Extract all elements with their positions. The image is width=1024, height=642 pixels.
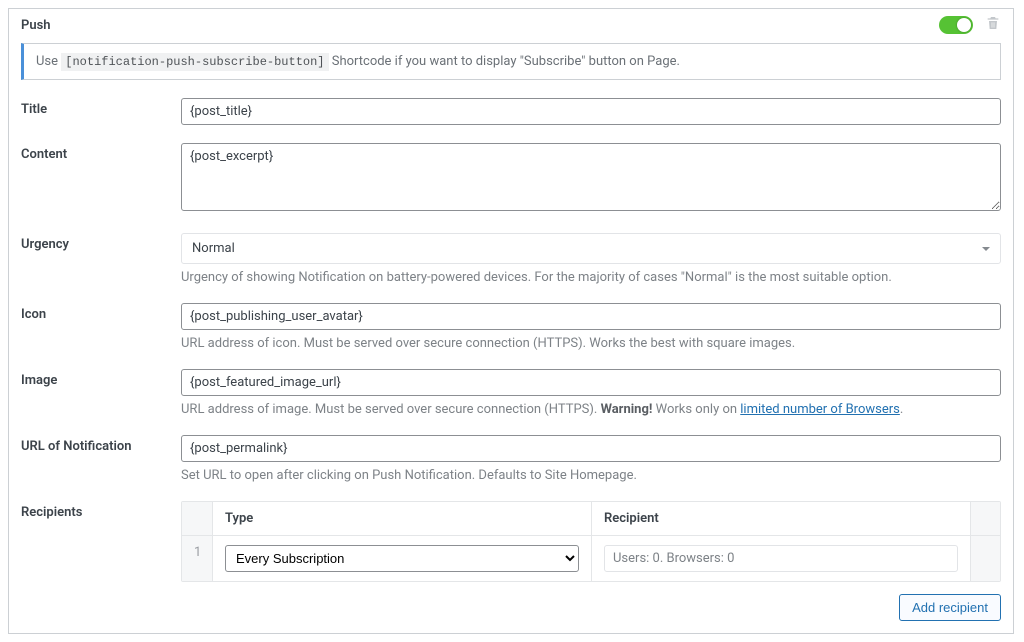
field-title-row: Title [21, 98, 1001, 125]
field-recipients-row: Recipients Type Recipient 1 Every Subscr… [21, 501, 1001, 621]
recipients-head: Type Recipient [182, 502, 1000, 535]
title-input[interactable] [181, 98, 1001, 125]
recipients-label: Recipients [21, 501, 181, 621]
col-recipient: Recipient [591, 502, 970, 535]
recipient-value: Users: 0. Browsers: 0 [604, 545, 958, 572]
panel-title: Push [21, 18, 939, 33]
url-input[interactable] [181, 435, 1001, 462]
url-label: URL of Notification [21, 435, 181, 483]
content-label: Content [21, 143, 181, 215]
icon-input[interactable] [181, 303, 1001, 330]
image-input[interactable] [181, 369, 1001, 396]
push-panel: Push Use [notification-push-subscribe-bu… [8, 8, 1014, 634]
urgency-value: Normal [192, 241, 235, 256]
recipient-type-select[interactable]: Every Subscription [225, 545, 579, 572]
image-label: Image [21, 369, 181, 417]
urgency-helper: Urgency of showing Notification on batte… [181, 270, 1001, 285]
col-type: Type [212, 502, 591, 535]
trash-icon[interactable] [985, 15, 1001, 35]
urgency-select[interactable]: Normal [181, 233, 1001, 264]
row-index: 1 [182, 536, 212, 581]
url-helper: Set URL to open after clicking on Push N… [181, 468, 1001, 483]
icon-helper: URL address of icon. Must be served over… [181, 336, 1001, 351]
notice-prefix: Use [36, 54, 61, 69]
shortcode-notice: Use [notification-push-subscribe-button]… [21, 43, 1001, 80]
add-recipient-button[interactable]: Add recipient [899, 594, 1001, 621]
image-helper: URL address of image. Must be served ove… [181, 402, 1001, 417]
chevron-down-icon [982, 247, 990, 251]
field-icon-row: Icon URL address of icon. Must be served… [21, 303, 1001, 351]
recipients-table: Type Recipient 1 Every Subscription User… [181, 501, 1001, 582]
icon-label: Icon [21, 303, 181, 351]
shortcode-code: [notification-push-subscribe-button] [61, 53, 328, 71]
title-label: Title [21, 98, 181, 125]
field-url-row: URL of Notification Set URL to open afte… [21, 435, 1001, 483]
urgency-label: Urgency [21, 233, 181, 285]
notice-suffix: Shortcode if you want to display "Subscr… [329, 54, 680, 69]
enable-toggle[interactable] [939, 16, 973, 34]
field-image-row: Image URL address of image. Must be serv… [21, 369, 1001, 417]
panel-header: Push [21, 15, 1001, 35]
content-textarea[interactable]: {post_excerpt} [181, 143, 1001, 211]
field-urgency-row: Urgency Normal Urgency of showing Notifi… [21, 233, 1001, 285]
browsers-link[interactable]: limited number of Browsers [740, 402, 900, 417]
table-row: 1 Every Subscription Users: 0. Browsers:… [182, 535, 1000, 581]
field-content-row: Content {post_excerpt} [21, 143, 1001, 215]
